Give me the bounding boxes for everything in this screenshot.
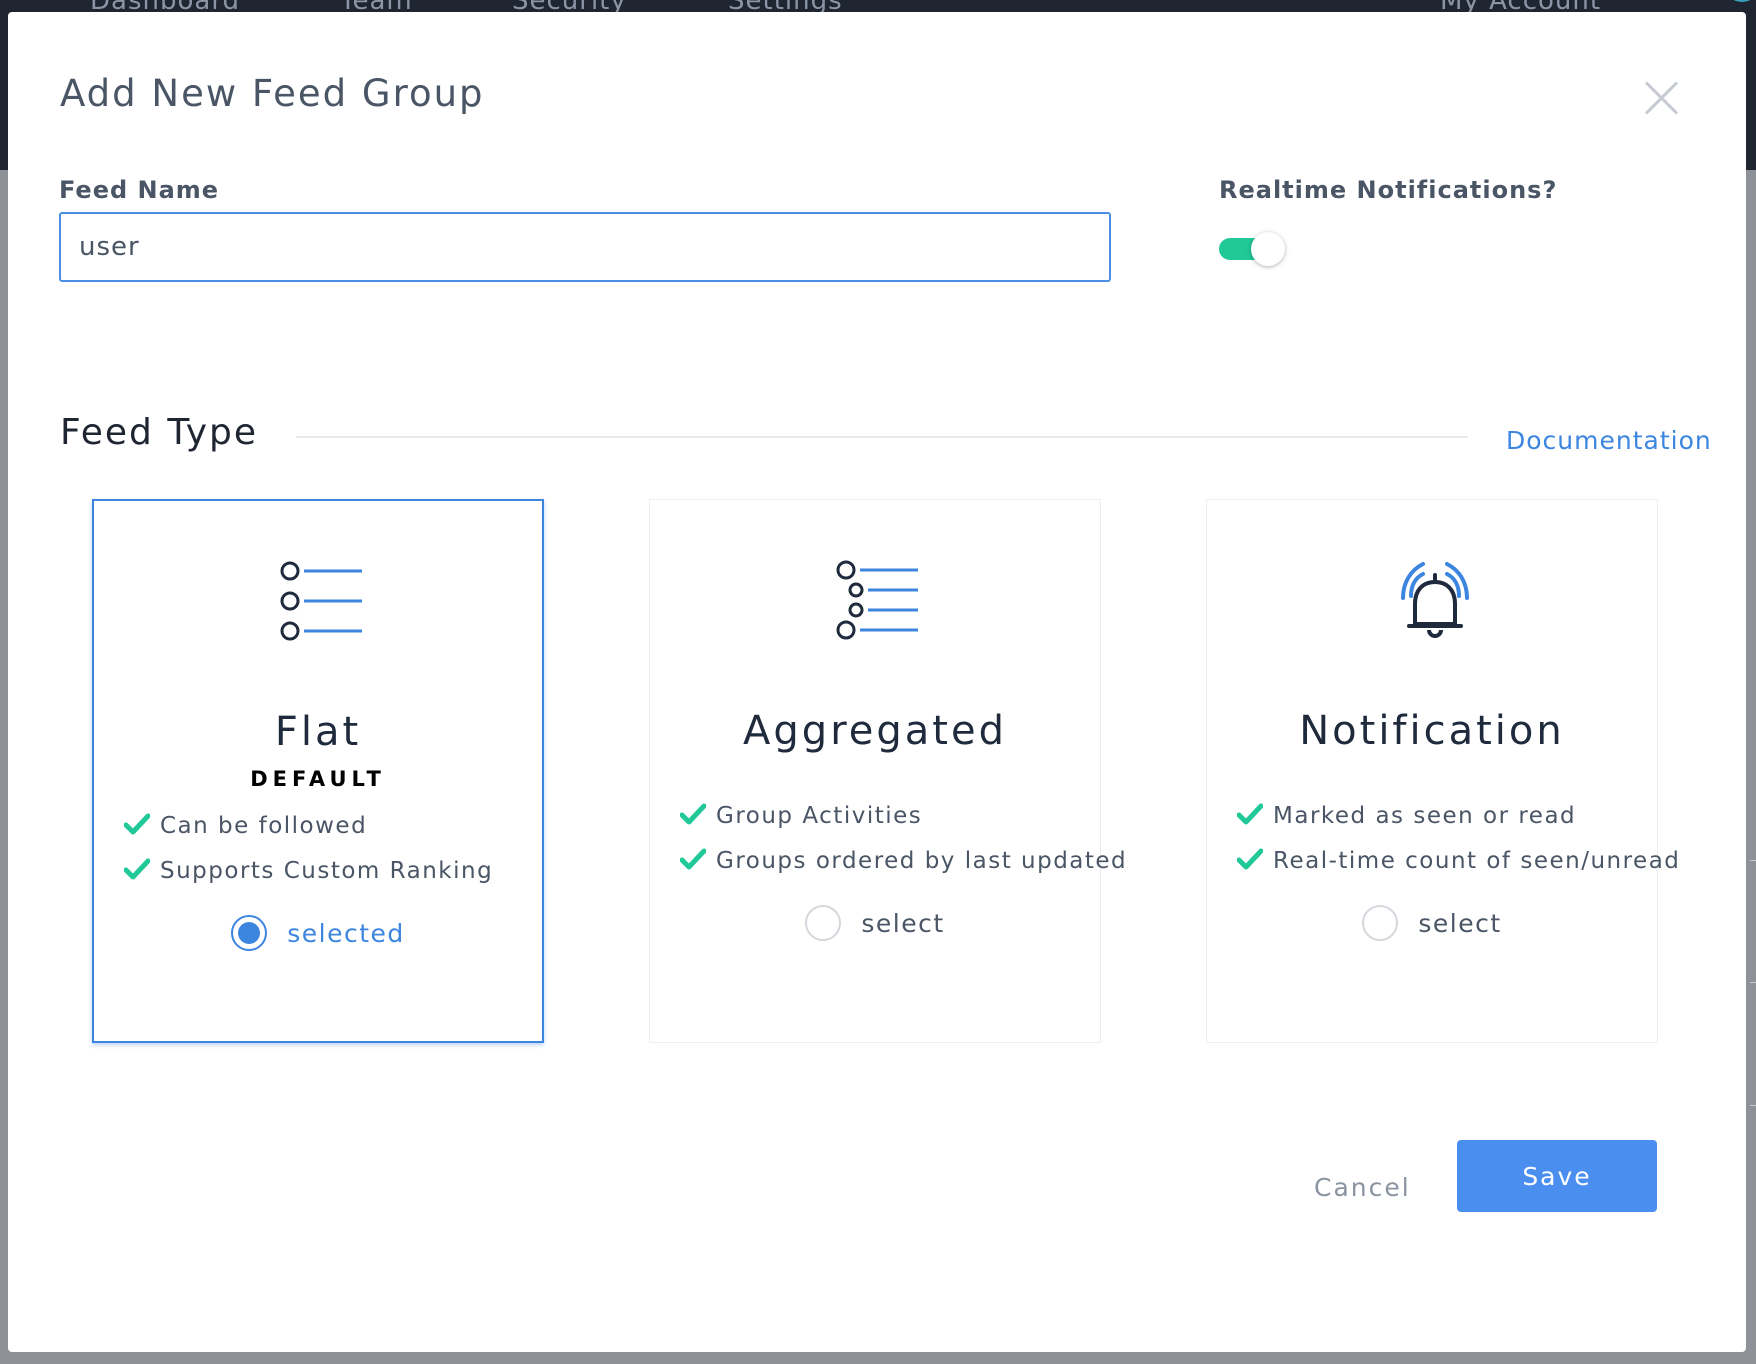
check-icon [124, 813, 150, 835]
feature-label: Real-time count of seen/unread [1273, 848, 1681, 874]
flat-list-icon [280, 561, 362, 641]
radio-button[interactable] [805, 905, 842, 941]
feature-item: Groups ordered by last updated [680, 848, 1127, 874]
feature-label: Group Activities [716, 803, 923, 829]
realtime-notifications-label: Realtime Notifications? [1219, 176, 1558, 204]
card-title-aggregated: Aggregated [743, 708, 1007, 754]
realtime-notifications-toggle[interactable] [1219, 232, 1285, 266]
modal-title: Add New Feed Group [60, 72, 485, 115]
radio-button[interactable] [1362, 905, 1399, 941]
radio-label: selected [287, 918, 405, 948]
save-button[interactable]: Save [1457, 1140, 1657, 1212]
feature-label: Can be followed [160, 813, 368, 839]
documentation-link[interactable]: Documentation [1506, 426, 1712, 455]
cancel-button[interactable]: Cancel [1308, 1172, 1417, 1203]
feature-label: Supports Custom Ranking [160, 858, 494, 884]
check-icon [1237, 848, 1263, 870]
toggle-knob [1251, 232, 1285, 266]
section-divider [296, 436, 1468, 438]
bell-icon [1401, 562, 1469, 638]
default-badge: DEFAULT [250, 767, 386, 791]
feature-item: Real-time count of seen/unread [1237, 848, 1680, 874]
card-title-flat: Flat [274, 709, 362, 755]
feed-type-card-aggregated[interactable]: Aggregated Group Activities Groups order… [649, 499, 1126, 1043]
radio-option-notification[interactable]: select [1207, 905, 1657, 941]
radio-option-flat[interactable]: selected [94, 915, 542, 951]
feature-item: Marked as seen or read [1237, 803, 1576, 829]
radio-option-aggregated[interactable]: select [650, 905, 1100, 941]
feature-item: Can be followed [124, 813, 367, 839]
feature-label: Marked as seen or read [1273, 803, 1577, 829]
feed-type-card-flat[interactable]: Flat DEFAULT Can be followed Supports Cu… [92, 499, 544, 1043]
feed-type-heading: Feed Type [60, 412, 259, 453]
avatar[interactable] [1724, 0, 1756, 2]
card-title-notification: Notification [1299, 708, 1565, 754]
radio-label: select [861, 908, 945, 938]
feed-type-card-notification[interactable]: Notification Marked as seen or read Real… [1206, 499, 1679, 1043]
feature-label: Groups ordered by last updated [716, 848, 1128, 874]
feed-name-input[interactable] [59, 212, 1111, 282]
radio-label: select [1418, 908, 1502, 938]
check-icon [124, 858, 150, 880]
aggregated-list-icon [836, 560, 918, 640]
feature-item: Group Activities [680, 803, 922, 829]
check-icon [680, 803, 706, 825]
check-icon [1237, 803, 1263, 825]
add-feed-group-modal: Add New Feed Group Feed Name Realtime No… [8, 12, 1746, 1352]
feed-name-label: Feed Name [59, 176, 220, 204]
check-icon [680, 848, 706, 870]
feature-item: Supports Custom Ranking [124, 858, 493, 884]
radio-button-selected[interactable] [231, 915, 268, 951]
close-icon[interactable] [1638, 74, 1686, 122]
